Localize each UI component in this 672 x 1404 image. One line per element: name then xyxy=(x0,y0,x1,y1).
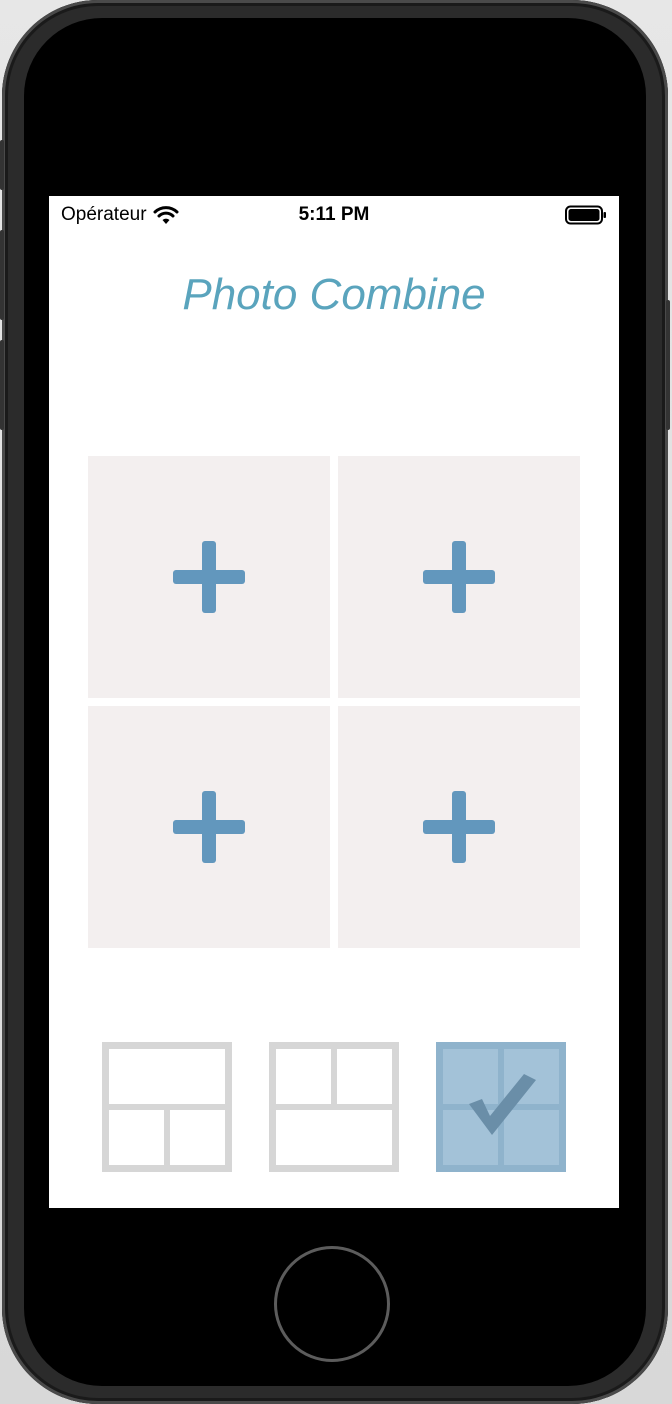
photo-cell-top-left[interactable] xyxy=(88,456,330,698)
plus-icon xyxy=(423,541,495,613)
battery-icon xyxy=(565,205,606,225)
status-time: 5:11 PM xyxy=(298,204,370,225)
home-button[interactable] xyxy=(274,1246,390,1362)
photo-grid xyxy=(88,456,580,948)
power-button xyxy=(666,300,670,430)
plus-icon xyxy=(173,541,245,613)
layout-wide-bottom-button[interactable] xyxy=(269,1042,399,1172)
photo-cell-top-right[interactable] xyxy=(338,456,580,698)
status-bar: Opérateur 5:11 PM xyxy=(49,196,619,234)
photo-cell-bottom-left[interactable] xyxy=(88,706,330,948)
layout-selector xyxy=(49,1042,619,1172)
app-title: Photo Combine xyxy=(182,270,486,319)
layout-four-squares-button[interactable] xyxy=(436,1042,566,1172)
app-screen: Opérateur 5:11 PM Photo Combine xyxy=(49,196,619,1208)
layout-wide-top-button[interactable] xyxy=(102,1042,232,1172)
volume-down-button xyxy=(0,340,4,430)
volume-up-button xyxy=(0,230,4,320)
photo-cell-bottom-right[interactable] xyxy=(338,706,580,948)
silent-switch xyxy=(0,140,4,190)
plus-icon xyxy=(423,791,495,863)
plus-icon xyxy=(173,791,245,863)
